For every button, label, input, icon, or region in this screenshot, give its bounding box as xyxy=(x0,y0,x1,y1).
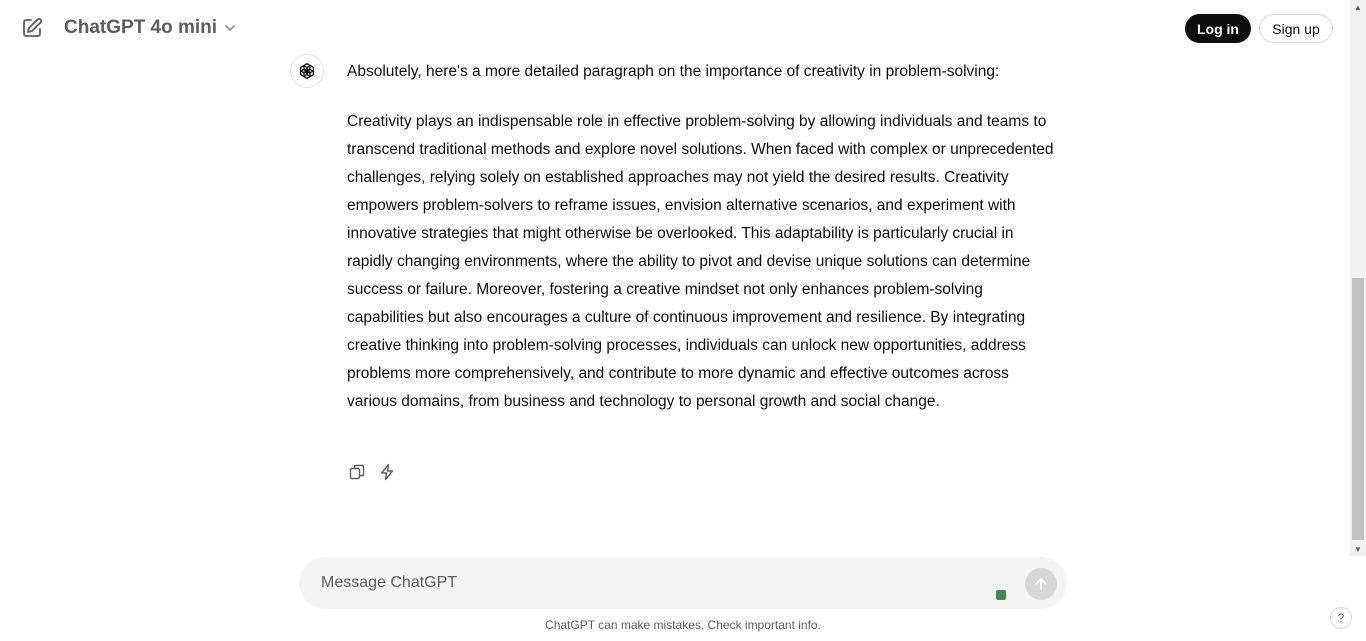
model-selector[interactable]: ChatGPT 4o mini xyxy=(64,14,237,42)
chevron-down-icon xyxy=(225,25,235,31)
scroll-up-arrow-icon[interactable]: ▲ xyxy=(1350,0,1366,14)
message-actions xyxy=(347,462,397,482)
lightning-icon xyxy=(380,463,394,481)
scrollbar-thumb[interactable] xyxy=(1352,278,1364,540)
assistant-message-body: Creativity plays an indispensable role i… xyxy=(347,113,1054,410)
help-button[interactable]: ? xyxy=(1330,607,1352,629)
message-input[interactable] xyxy=(321,571,961,595)
model-name: ChatGPT 4o mini xyxy=(64,17,218,38)
top-bar: ChatGPT 4o mini Log in Sign up xyxy=(0,0,1350,56)
status-indicator xyxy=(996,590,1006,600)
new-chat-button[interactable] xyxy=(20,16,44,40)
assistant-avatar xyxy=(290,54,324,88)
openai-logo-icon xyxy=(299,63,315,79)
login-button[interactable]: Log in xyxy=(1185,14,1251,43)
regenerate-button[interactable] xyxy=(377,462,397,482)
disclaimer-text: ChatGPT can make mistakes. Check importa… xyxy=(545,618,821,632)
message-composer xyxy=(299,557,1067,609)
signup-button[interactable]: Sign up xyxy=(1259,14,1333,43)
edit-icon xyxy=(23,18,42,37)
chat-page: ChatGPT 4o mini Log in Sign up ▲ ▼ Absol… xyxy=(0,0,1366,641)
copy-button[interactable] xyxy=(347,462,367,482)
assistant-message-intro: Absolutely, here's a more detailed parag… xyxy=(347,63,1000,80)
copy-icon xyxy=(349,464,365,480)
scrollbar[interactable]: ▲ ▼ xyxy=(1350,0,1366,556)
send-button[interactable] xyxy=(1025,568,1057,600)
arrow-up-icon xyxy=(1035,578,1047,590)
scroll-down-arrow-icon[interactable]: ▼ xyxy=(1350,542,1366,556)
